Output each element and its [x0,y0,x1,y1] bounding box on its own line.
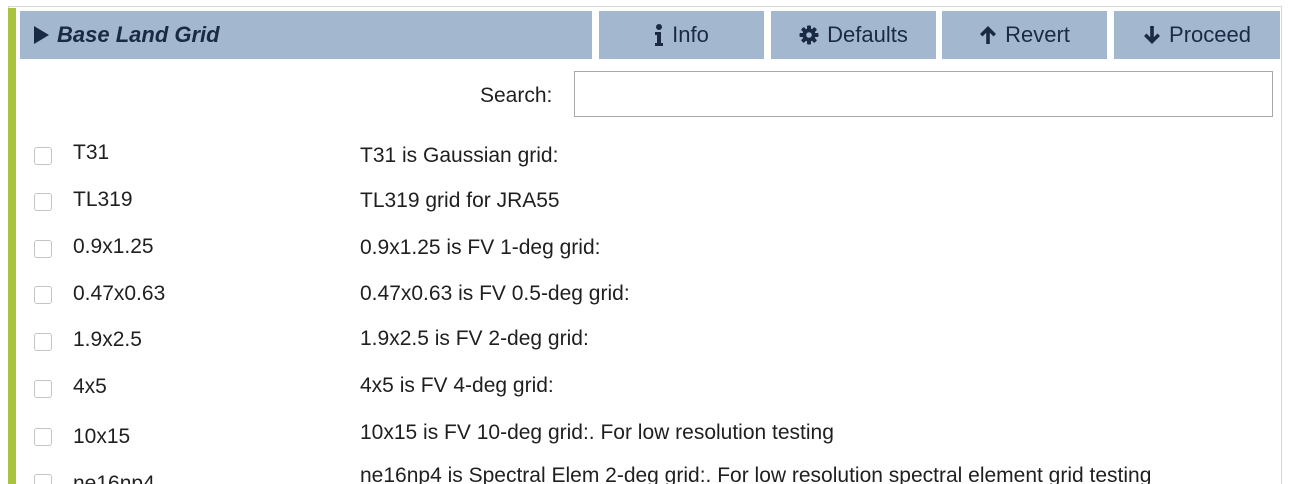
proceed-button[interactable]: Proceed [1114,11,1280,59]
list-item[interactable]: 4x5 4x5 is FV 4-deg grid: [20,365,1282,411]
section-title: Base Land Grid [57,22,220,47]
grid-description: 1.9x2.5 is FV 2-deg grid: [360,327,589,350]
grid-description: T31 is Gaussian grid: [360,144,559,167]
row-checkbox[interactable] [34,147,52,165]
grid-description: 0.9x1.25 is FV 1-deg grid: [360,236,601,259]
info-icon [654,24,664,46]
row-checkbox[interactable] [34,240,52,258]
list-item[interactable]: 1.9x2.5 1.9x2.5 is FV 2-deg grid: [20,318,1282,364]
row-checkbox[interactable] [34,380,52,398]
grid-name: T31 [73,141,110,164]
row-checkbox[interactable] [34,333,52,351]
row-checkbox[interactable] [34,428,52,446]
grid-name: 1.9x2.5 [73,328,142,351]
grid-description: ne16np4 is Spectral Elem 2-deg grid:. Fo… [360,464,1152,484]
grid-description: TL319 grid for JRA55 [360,189,560,212]
info-button[interactable]: Info [599,11,764,59]
grid-name: 10x15 [73,425,131,448]
defaults-button-label: Defaults [827,22,908,47]
caret-right-icon [34,26,49,44]
grid-name: 4x5 [73,375,107,398]
grid-description: 10x15 is FV 10-deg grid:. For low resolu… [360,421,834,444]
proceed-button-label: Proceed [1169,22,1251,47]
list-item[interactable]: TL319 TL319 grid for JRA55 [20,178,1282,224]
gear-icon [799,25,819,45]
grid-name: TL319 [73,188,133,211]
grid-name: 0.47x0.63 [73,282,166,305]
row-checkbox[interactable] [34,474,52,484]
list-item[interactable]: 0.9x1.25 0.9x1.25 is FV 1-deg grid: [20,225,1282,271]
section-header[interactable]: Base Land Grid [20,11,592,59]
row-checkbox[interactable] [34,193,52,211]
defaults-button[interactable]: Defaults [771,11,936,59]
info-button-label: Info [672,22,709,47]
revert-button-label: Revert [1005,22,1070,47]
search-label: Search: [480,84,553,107]
panel-accent-bar [8,8,16,484]
arrow-up-icon [979,25,997,45]
arrow-down-icon [1143,25,1161,45]
list-item[interactable]: 10x15 10x15 is FV 10-deg grid:. For low r… [20,412,1282,458]
list-item[interactable]: T31 T31 is Gaussian grid: [20,131,1282,177]
grid-name: 0.9x1.25 [73,235,154,258]
search-input[interactable] [574,71,1273,117]
land-grid-panel: Base Land Grid Info Defaults Revert Proc… [0,0,1292,484]
revert-button[interactable]: Revert [942,11,1107,59]
list-item[interactable]: ne16np4 ne16np4 is Spectral Elem 2-deg gr… [20,458,1282,484]
grid-name: ne16np4 [73,472,155,484]
row-checkbox[interactable] [34,286,52,304]
grid-description: 4x5 is FV 4-deg grid: [360,374,554,397]
list-item[interactable]: 0.47x0.63 0.47x0.63 is FV 0.5-deg grid: [20,271,1282,317]
grid-description: 0.47x0.63 is FV 0.5-deg grid: [360,282,630,305]
